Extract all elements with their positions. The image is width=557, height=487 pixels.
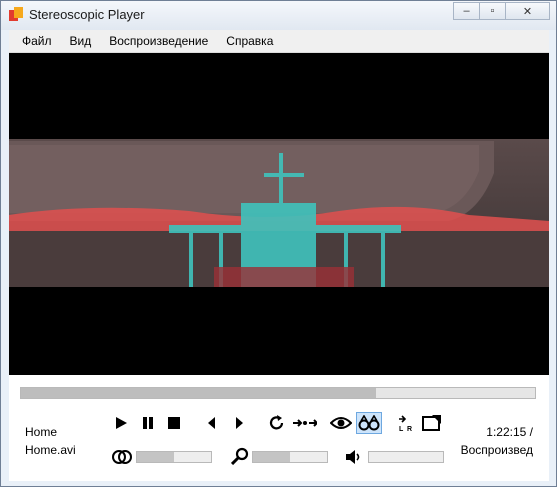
play-button[interactable]	[109, 412, 133, 434]
next-frame-button[interactable]	[227, 412, 251, 434]
minimize-button[interactable]: ‒	[453, 2, 480, 20]
play-icon	[116, 417, 127, 429]
eye-icon	[330, 417, 352, 429]
stop-icon	[168, 417, 180, 429]
window-title: Stereoscopic Player	[29, 7, 145, 22]
mute-button[interactable]	[342, 446, 366, 468]
mono-view-button[interactable]	[329, 412, 353, 434]
previous-frame-button[interactable]	[200, 412, 224, 434]
svg-text:L: L	[399, 426, 404, 432]
app-window: Stereoscopic Player ‒ ▫ ✕ Файл Вид Воспр…	[0, 0, 557, 487]
menu-playback[interactable]: Воспроизведение	[100, 34, 217, 48]
zoom-slider[interactable]	[252, 451, 328, 463]
window-controls: ‒ ▫ ✕	[453, 2, 550, 20]
balance-button[interactable]	[110, 446, 134, 468]
svg-text:R: R	[407, 426, 412, 432]
anaglyph-video-frame	[9, 139, 549, 287]
playback-status: Воспроизвед	[460, 443, 533, 457]
menu-view[interactable]: Вид	[61, 34, 101, 48]
control-panel: Home Home.avi LR 1:22:15 / Воспроизвед	[9, 375, 549, 481]
fullscreen-icon	[422, 415, 441, 431]
zoom-slider-level	[253, 452, 290, 462]
time-display: 1:22:15 /	[486, 425, 533, 439]
layout-button[interactable]: LR	[394, 412, 418, 434]
stop-button[interactable]	[162, 412, 186, 434]
close-button[interactable]: ✕	[505, 2, 550, 20]
swap-eyes-button[interactable]	[291, 412, 319, 434]
fullscreen-button[interactable]	[420, 412, 444, 434]
balance-slider[interactable]	[136, 451, 212, 463]
loop-button[interactable]	[265, 412, 289, 434]
file-name: Home.avi	[25, 443, 76, 457]
pause-icon	[143, 417, 153, 429]
menu-file[interactable]: Файл	[9, 34, 61, 48]
balance-slider-level	[137, 452, 174, 462]
speaker-icon	[346, 450, 360, 464]
pause-button[interactable]	[136, 412, 160, 434]
step-forward-icon	[236, 417, 243, 429]
magnifier-icon	[231, 447, 249, 465]
file-title: Home	[25, 425, 58, 439]
rings-icon	[112, 450, 132, 464]
swap-arrows-icon	[293, 419, 317, 427]
seek-bar-progress	[21, 388, 376, 398]
app-icon	[9, 7, 23, 21]
repeat-icon	[269, 415, 284, 430]
left-right-icon: LR	[399, 415, 412, 432]
maximize-button[interactable]: ▫	[479, 2, 506, 20]
menu-help[interactable]: Справка	[217, 34, 282, 48]
glasses-icon	[358, 415, 380, 431]
step-back-icon	[208, 417, 215, 429]
video-viewport[interactable]	[9, 53, 549, 375]
seek-bar[interactable]	[20, 387, 536, 399]
title-bar: Stereoscopic Player ‒ ▫ ✕	[1, 1, 556, 30]
volume-slider[interactable]	[368, 451, 444, 463]
zoom-button[interactable]	[228, 445, 252, 467]
stereo-view-button[interactable]	[356, 412, 382, 434]
menu-bar: Файл Вид Воспроизведение Справка	[9, 30, 549, 53]
